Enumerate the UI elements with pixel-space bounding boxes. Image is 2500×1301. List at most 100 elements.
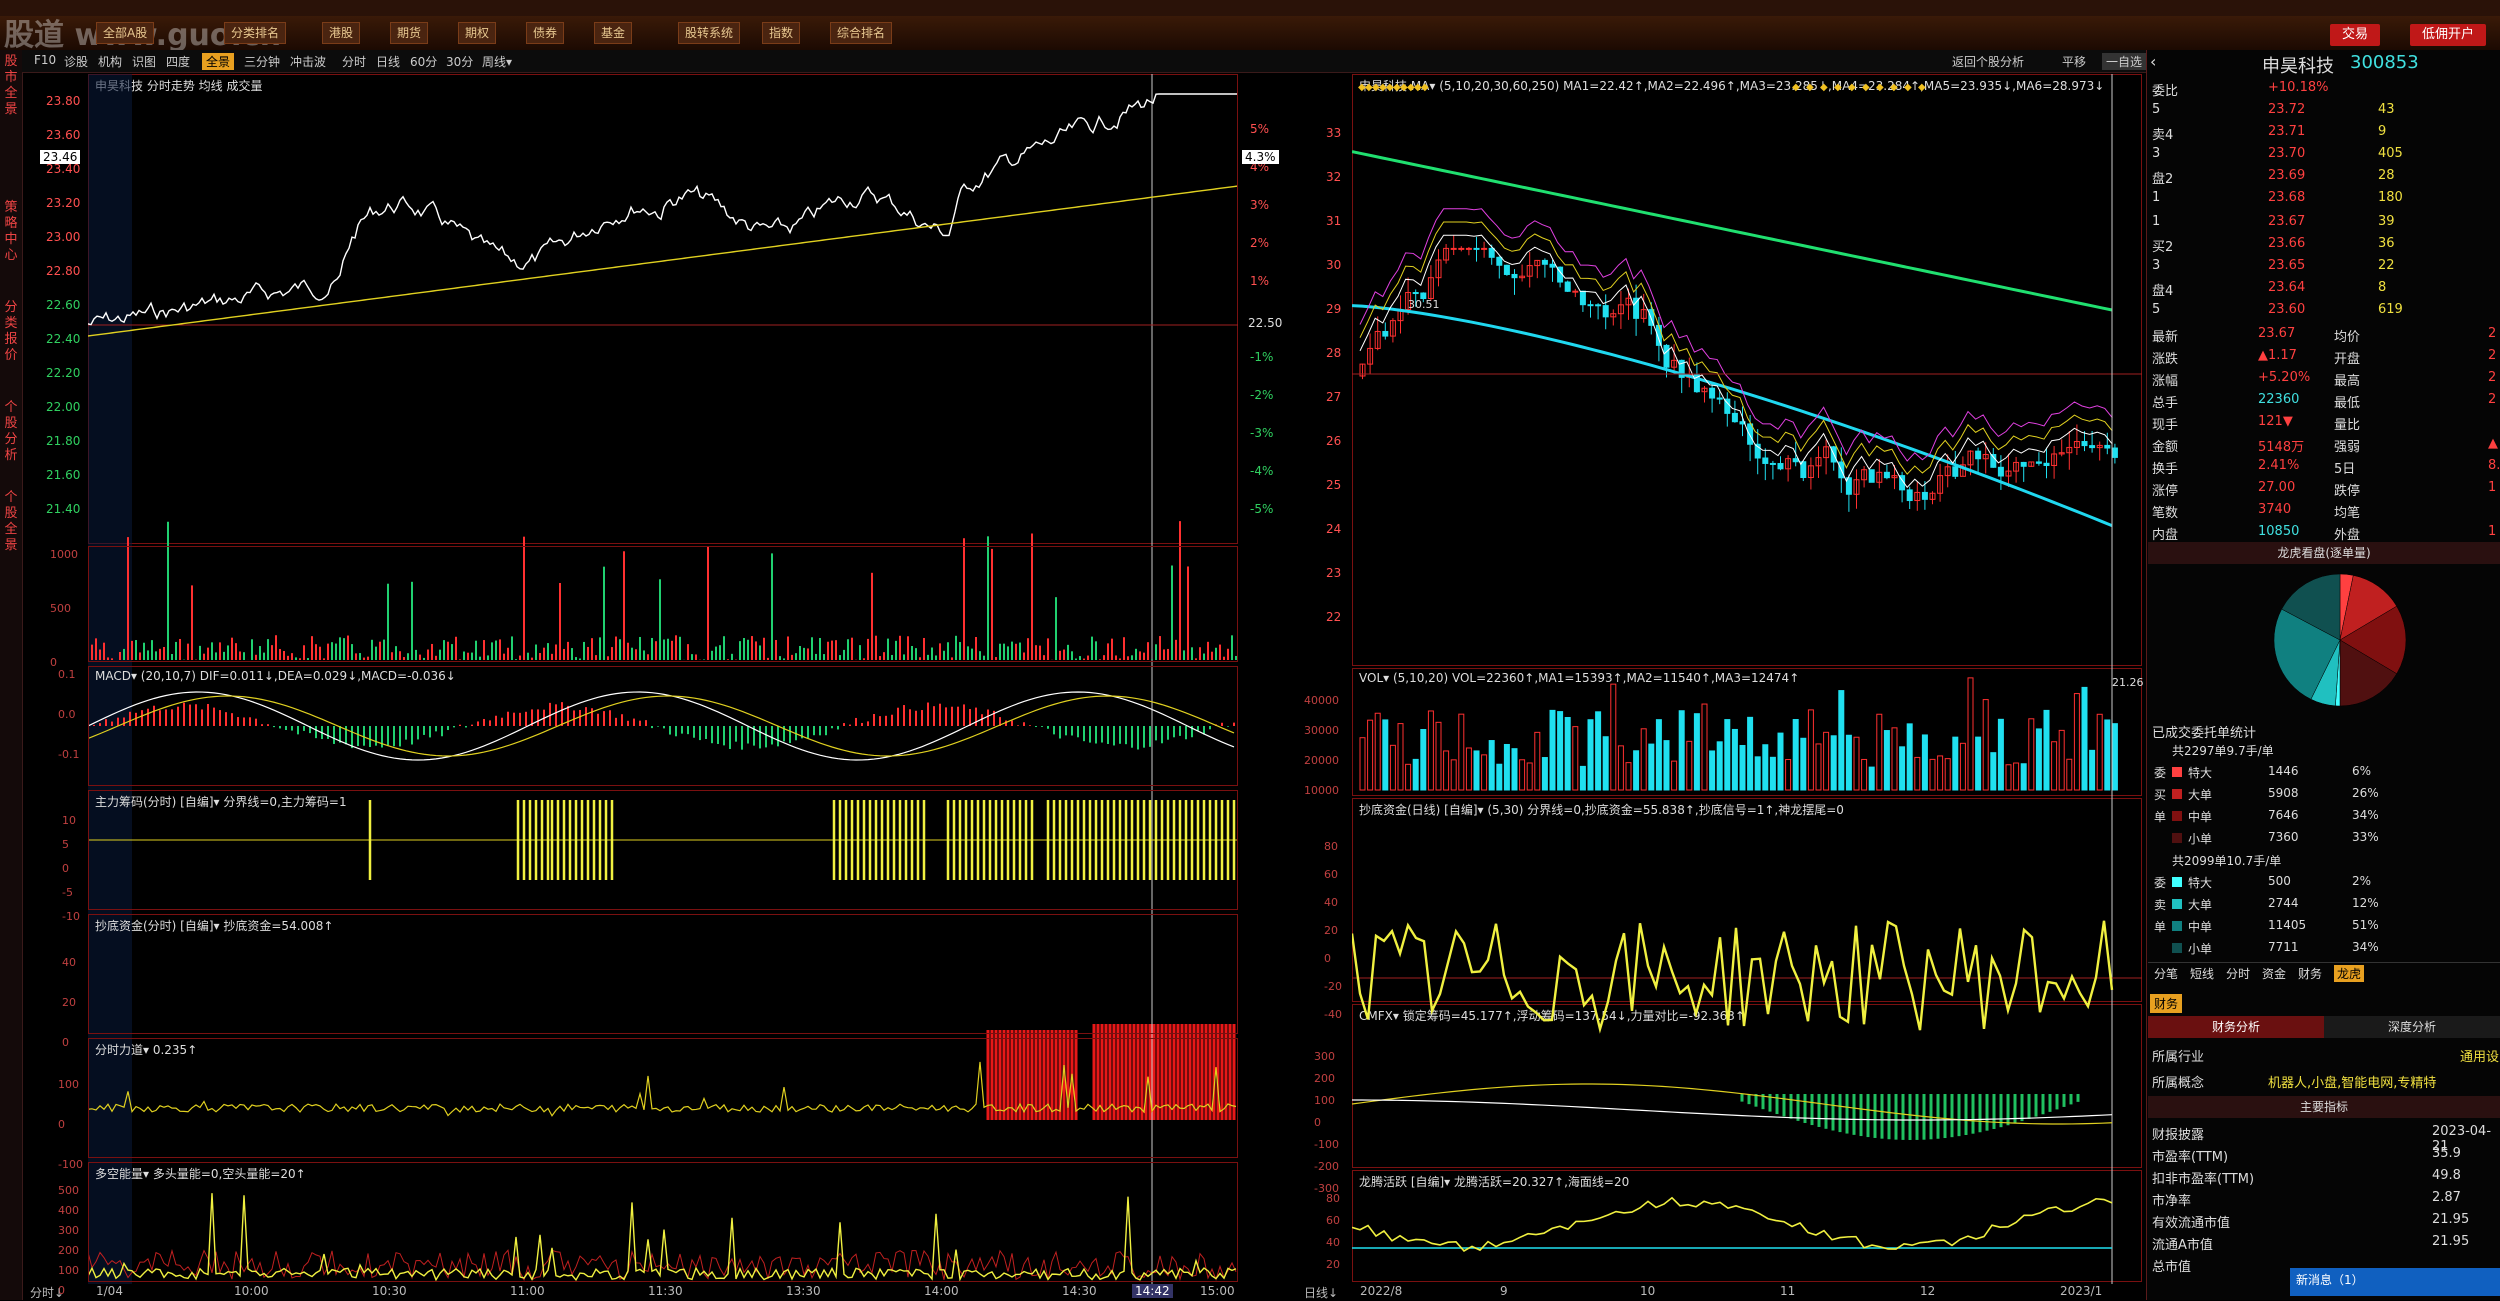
new-message-popup[interactable]: 新消息（1） (2290, 1268, 2500, 1296)
four-degree-button[interactable]: 四度 (166, 53, 190, 70)
ask-volume: 9 (2378, 124, 2387, 139)
tab-stock-analysis[interactable]: 个股分析 (2, 400, 20, 464)
tab-strategy-center[interactable]: 策略中心 (2, 200, 20, 264)
quote-tab-3[interactable]: 资金 (2262, 965, 2286, 982)
kline-volume-bar (1519, 759, 1526, 791)
period-60min[interactable]: 60分 (410, 53, 437, 70)
candle-body (1663, 344, 1670, 368)
toolbar-button-7[interactable]: 股转系统 (678, 22, 741, 44)
stat-label: 总手 (2152, 396, 2179, 411)
toolbar-button-4[interactable]: 期权 (458, 22, 497, 44)
quote-tab-5[interactable]: 龙虎 (2334, 965, 2365, 982)
main-chip-tick: 0 (62, 862, 69, 875)
candle-body (1731, 412, 1738, 423)
finance-tab[interactable]: 财务 (2150, 994, 2183, 1013)
candle-body (2081, 441, 2088, 447)
stat-value: 5148万 (2258, 440, 2305, 455)
stat-label: 量比 (2334, 418, 2361, 433)
stock-name: 申昊科技 (2262, 56, 2334, 77)
price-tick: 22.20 (46, 366, 81, 380)
kline-volume-bar (2013, 762, 2020, 791)
intraday-volume-panel (88, 546, 1238, 662)
kline-volume-bar (2051, 741, 2058, 791)
time-tick: 11:30 (648, 1284, 683, 1298)
diagnose-button[interactable]: 诊股 (64, 53, 88, 70)
order-side-label: 单 (2154, 920, 2167, 934)
time-tick: 11:00 (510, 1284, 545, 1298)
kline-volume-bar (2073, 693, 2080, 791)
pie-title: 龙虎看盘(逐单量) (2148, 542, 2500, 564)
stat-label: 笔数 (2152, 506, 2179, 521)
deep-analysis-tab[interactable]: 深度分析 (2324, 1016, 2500, 1038)
watchlist-dropdown[interactable]: 一自选 (2102, 53, 2147, 70)
kline-volume-bar (1359, 737, 1366, 791)
pct-tick: -1% (1250, 350, 1274, 364)
chart-recognition-button[interactable]: 识图 (132, 53, 156, 70)
dragon-line (1352, 1196, 2113, 1252)
candle-body (1883, 471, 1890, 479)
bottom-fund-tick: 20 (62, 996, 76, 1009)
ask-price: 23.71 (2268, 124, 2306, 139)
toolbar-button-1[interactable]: 分类排名 (224, 22, 287, 44)
kline-volume-bar (1374, 712, 1381, 791)
trade-button[interactable]: 交易 (2330, 24, 2381, 46)
toolbar-button-3[interactable]: 期货 (390, 22, 429, 44)
fin-analysis-tab[interactable]: 财务分析 (2148, 1016, 2324, 1038)
buy-summary: 共2297单9.7手/单 (2172, 744, 2274, 758)
panorama-tab[interactable]: 全景 (202, 53, 235, 70)
tab-stock-overview[interactable]: 个股全景 (2, 490, 20, 554)
kline-period-label[interactable]: 日线↓ (1304, 1284, 1338, 1301)
cmfx-tick: -100 (1314, 1138, 1339, 1151)
pct-tick: -5% (1250, 502, 1274, 516)
current-price-tag: 23.46 (40, 150, 81, 164)
f10-button[interactable]: F10 (34, 53, 56, 67)
institution-button[interactable]: 机构 (98, 53, 122, 70)
toolbar-button-8[interactable]: 指数 (762, 22, 801, 44)
cmfx-tick: 100 (1314, 1094, 1335, 1107)
candle-body (1587, 304, 1594, 307)
pan-button[interactable]: 平移 (2062, 53, 2086, 70)
ref-price-label: 22.50 (1248, 316, 1283, 330)
time-tick: 14:30 (1062, 1284, 1097, 1298)
bid-row: 1 23.67 39 (2148, 214, 2500, 236)
period-weekly[interactable]: 周线▾ (482, 53, 512, 70)
toolbar-button-6[interactable]: 基金 (594, 22, 633, 44)
intraday-period-label[interactable]: 分时↓ (30, 1284, 64, 1301)
period-intraday[interactable]: 分时 (342, 53, 366, 70)
order-volume: 7646 (2268, 808, 2299, 822)
stat-label: 最低 (2334, 396, 2361, 411)
quote-tab-4[interactable]: 财务 (2298, 965, 2322, 982)
stat-label: 外盘 (2334, 528, 2361, 543)
toolbar-button-2[interactable]: 港股 (322, 22, 361, 44)
toolbar-button-5[interactable]: 债券 (526, 22, 565, 44)
pct-tick: 1% (1250, 274, 1270, 288)
toolbar-button-9[interactable]: 综合排名 (830, 22, 893, 44)
order-color-swatch (2172, 789, 2182, 799)
quote-tab-0[interactable]: 分笔 (2154, 965, 2178, 982)
bid-price: 23.60 (2268, 302, 2306, 317)
three-minute-button[interactable]: 三分钟 (244, 53, 280, 70)
candle-body (1602, 305, 1609, 318)
kline-volume-bar (1906, 723, 1913, 791)
kline-price-tick: 24 (1326, 522, 1342, 536)
pct-tick: 3% (1250, 198, 1270, 212)
ask-label: 5 (2152, 102, 2161, 117)
back-arrow-icon[interactable]: ‹ (2150, 52, 2156, 71)
back-to-analysis-button[interactable]: 返回个股分析 (1952, 53, 2024, 70)
tab-category-quotes[interactable]: 分类报价 (2, 300, 20, 364)
tab-market-overview[interactable]: 股市全景 (2, 54, 20, 118)
vol-tick: 500 (50, 602, 71, 615)
sell-summary: 共2099单10.7手/单 (2172, 854, 2282, 868)
toolbar-button-0[interactable]: 全部A股 (96, 22, 155, 44)
kline-price-tick: 28 (1326, 346, 1342, 360)
period-30min[interactable]: 30分 (446, 53, 473, 70)
ask-row: 1 23.68 180 (2148, 190, 2500, 212)
open-account-button[interactable]: 低佣开户 (2410, 24, 2487, 46)
quote-tab-2[interactable]: 分时 (2226, 965, 2250, 982)
quote-tab-1[interactable]: 短线 (2190, 965, 2214, 982)
order-side-label: 委 (2154, 766, 2167, 780)
order-volume: 7711 (2268, 940, 2299, 954)
shockwave-button[interactable]: 冲击波 (290, 53, 326, 70)
period-daily[interactable]: 日线 (376, 53, 400, 70)
bottom-fund-panel: 抄底资金(分时) [自编]▾ 抄底资金=54.008↑ (88, 914, 1238, 1034)
